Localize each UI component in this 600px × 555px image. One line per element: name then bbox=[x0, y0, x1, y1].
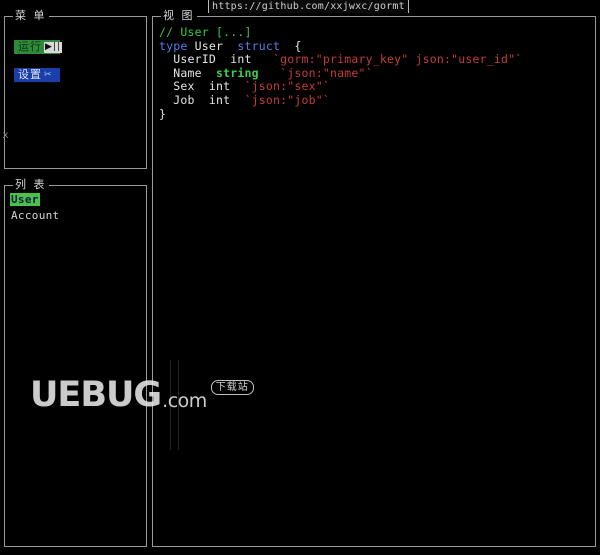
code-line: Sex int `json:"sex"` bbox=[159, 80, 591, 94]
code-line: // User [...] bbox=[159, 25, 591, 40]
edge-cursor-marker: x bbox=[2, 130, 9, 141]
code-token: Job int bbox=[159, 92, 245, 107]
code-token: Name bbox=[159, 65, 216, 80]
code-line: UserID int `gorm:"primary_key" json:"use… bbox=[159, 52, 591, 67]
code-token: type bbox=[159, 38, 188, 53]
list-item-account[interactable]: Account bbox=[10, 209, 60, 222]
view-panel: 视 图 // User [...] type User struct { User… bbox=[152, 10, 596, 547]
play-pause-icon: ▶|| bbox=[44, 41, 62, 53]
code-token: UserID int bbox=[159, 52, 273, 67]
settings-button[interactable]: 设置 ✂ bbox=[14, 68, 60, 82]
code-line: } bbox=[159, 106, 591, 122]
code-line: Name string `json:"name"` bbox=[159, 65, 591, 81]
code-token: { bbox=[280, 38, 302, 53]
code-token: } bbox=[159, 106, 167, 121]
code-token: `json:"sex"` bbox=[244, 79, 330, 94]
code-line: Job int `json:"job"` bbox=[159, 92, 591, 108]
code-viewer[interactable]: // User [...] type User struct { UserID i… bbox=[159, 25, 591, 122]
url-tooltip: https://github.com/xxjwxc/gormt bbox=[208, 0, 409, 13]
list-panel-title: 列 表 bbox=[13, 178, 49, 191]
code-token: `gorm:"primary_key" json:"user_id"` bbox=[272, 52, 523, 67]
settings-button-label: 设置 bbox=[18, 68, 42, 81]
code-token: `json:"job"` bbox=[244, 92, 330, 107]
list-panel: 列 表 User Account bbox=[4, 179, 147, 547]
menu-panel: 菜 单 运行 ▶|| 设置 ✂ bbox=[4, 10, 147, 169]
run-button[interactable]: 运行 ▶|| bbox=[14, 40, 62, 54]
code-line: type User struct { bbox=[159, 38, 591, 54]
menu-panel-title: 菜 单 bbox=[13, 9, 49, 22]
view-panel-title: 视 图 bbox=[161, 9, 197, 22]
run-button-label: 运行 bbox=[18, 40, 42, 53]
code-token: string bbox=[216, 65, 259, 80]
code-token: `json:"name"` bbox=[280, 65, 373, 80]
code-token: // User [...] bbox=[159, 25, 252, 39]
gormt-terminal-ui: { "url_bar": { "url": "https://github.co… bbox=[0, 0, 600, 555]
list-item-user[interactable]: User bbox=[10, 193, 40, 206]
code-token: Sex int bbox=[159, 79, 245, 94]
code-token: User bbox=[187, 38, 238, 53]
code-token: struct bbox=[237, 38, 281, 53]
scissors-icon: ✂ bbox=[44, 69, 53, 80]
